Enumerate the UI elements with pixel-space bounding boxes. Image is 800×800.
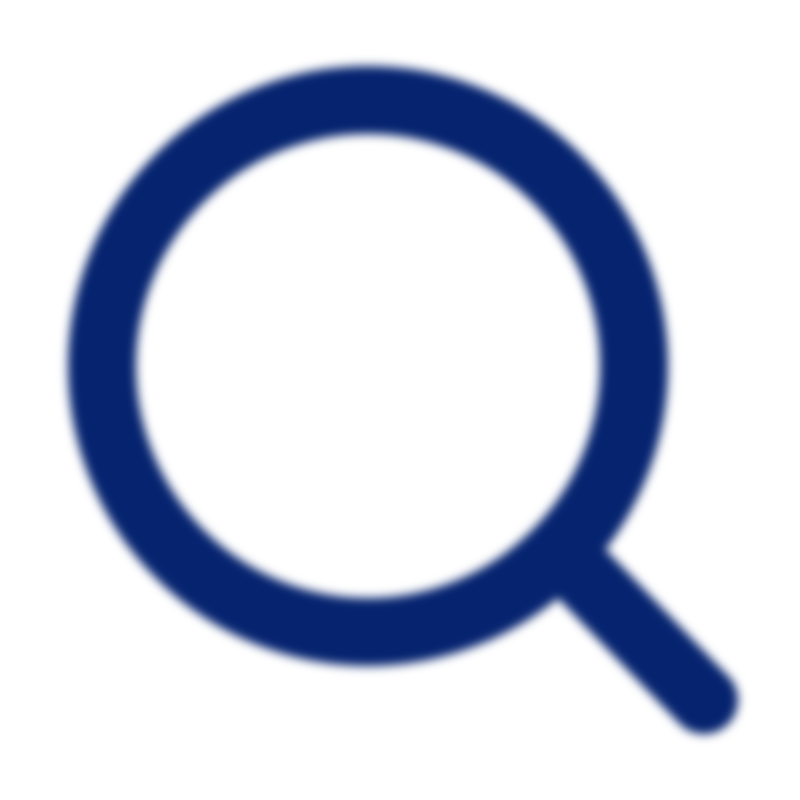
- search-icon-handle: [546, 538, 738, 734]
- search-icon: [68, 66, 738, 734]
- search-button[interactable]: [0, 0, 800, 800]
